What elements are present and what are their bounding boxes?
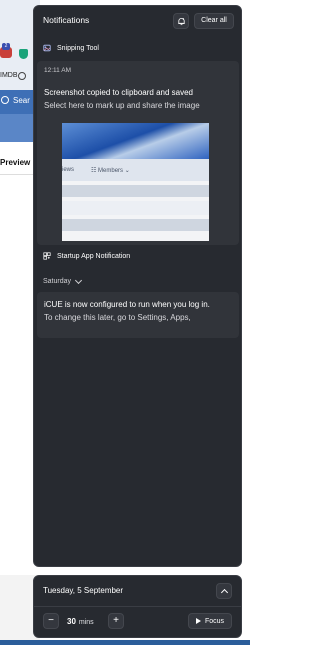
divider	[34, 606, 241, 607]
focus-minutes-value: 30	[67, 617, 76, 626]
thumbnail-nav-item: ☷ Members ⌄	[91, 168, 130, 174]
thumbnail-row	[62, 219, 209, 231]
notification-title: Screenshot copied to clipboard and saved	[44, 88, 193, 97]
preview-label: Preview	[0, 158, 31, 167]
startup-app-icon	[43, 252, 51, 260]
app-group-startup[interactable]: Startup App Notification	[43, 252, 130, 260]
thumbnail-row	[62, 185, 209, 197]
calendar-focus-panel: Tuesday, 5 September − 30 mins + Focus	[33, 575, 242, 638]
app-name-label: Startup App Notification	[57, 252, 131, 260]
taskbar-edge	[0, 640, 250, 645]
focus-button[interactable]: Focus	[188, 613, 232, 629]
app-group-snipping-tool[interactable]: Snipping Tool	[43, 44, 99, 52]
imdb-bookmark[interactable]: IMDB	[0, 72, 18, 79]
focus-duration: 30 mins	[67, 617, 94, 626]
search-label: Sear	[13, 96, 30, 105]
notification-body: To change this later, go to Settings, Ap…	[44, 313, 191, 322]
notification-time: 12:11 AM	[44, 67, 71, 74]
thumbnail-nav-item: iews	[62, 167, 75, 173]
extension-badge: 2	[2, 43, 10, 50]
chevron-down-icon	[74, 276, 83, 284]
collapse-calendar-button[interactable]	[216, 583, 232, 599]
screenshot-thumbnail[interactable]: iews ☷ Members ⌄	[62, 123, 209, 241]
thumbnail-wallpaper	[62, 123, 209, 159]
panel-title: Notifications	[43, 15, 90, 25]
thumbnail-row	[62, 201, 209, 215]
shield-icon[interactable]	[19, 49, 28, 59]
clear-all-button[interactable]: Clear all	[194, 13, 234, 29]
group-date-label: Saturday	[43, 278, 72, 285]
play-icon	[195, 618, 201, 624]
do-not-disturb-button[interactable]: z	[173, 13, 189, 29]
notification-center: Notifications z Clear all Snipping Tool …	[33, 5, 242, 567]
bell-snooze-icon: z	[177, 17, 185, 25]
notification-card-icue[interactable]: iCUE is now configured to run when you l…	[37, 292, 239, 338]
increase-minutes-button[interactable]: +	[108, 613, 124, 629]
globe-icon[interactable]	[18, 72, 26, 80]
search-icon	[1, 96, 9, 104]
notification-title: iCUE is now configured to run when you l…	[44, 300, 210, 309]
decrease-minutes-button[interactable]: −	[43, 613, 59, 629]
focus-minutes-unit: mins	[78, 619, 94, 626]
app-name-label: Snipping Tool	[57, 44, 99, 52]
focus-button-label: Focus	[204, 617, 225, 625]
notification-group-header[interactable]: Saturday	[43, 276, 83, 285]
snipping-tool-icon	[43, 44, 51, 52]
calendar-date[interactable]: Tuesday, 5 September	[43, 586, 123, 595]
chevron-up-icon	[220, 588, 228, 597]
notification-body: Select here to mark up and share the ima…	[44, 101, 200, 110]
thumbnail-nav: iews ☷ Members ⌄	[62, 159, 209, 181]
